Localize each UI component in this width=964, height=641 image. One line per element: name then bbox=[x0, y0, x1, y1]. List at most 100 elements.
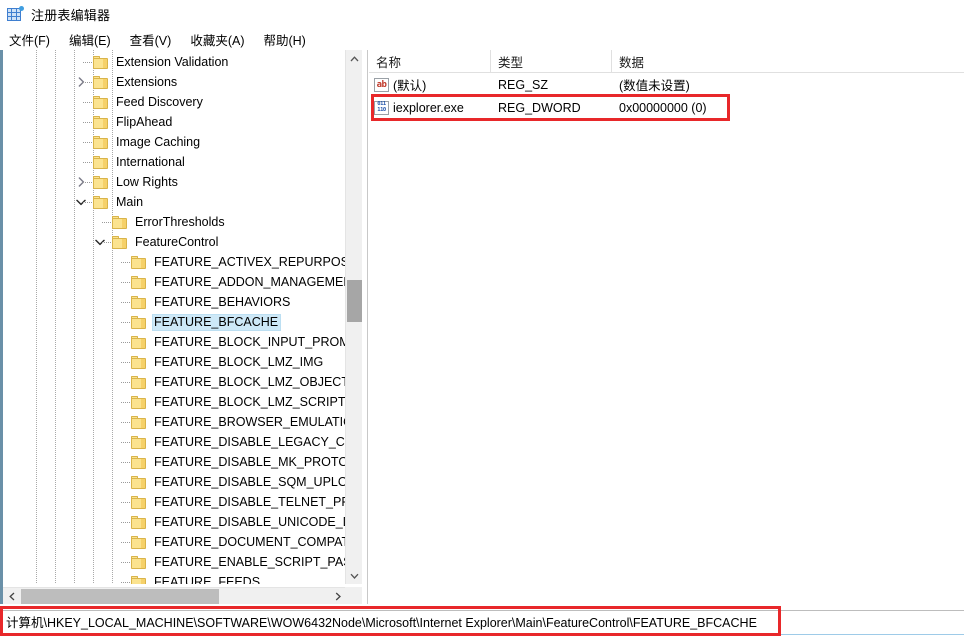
tree-connector-line bbox=[121, 262, 130, 263]
tree-item-feature-block-lmz-object[interactable]: FEATURE_BLOCK_LMZ_OBJECT bbox=[3, 372, 346, 392]
tree-item-image-caching[interactable]: Image Caching bbox=[3, 132, 203, 152]
tree-item-main[interactable]: Main bbox=[3, 192, 146, 212]
registry-tree[interactable]: Extension Validation Extensions Feed Disco… bbox=[3, 50, 346, 584]
tree-connector-line bbox=[121, 482, 130, 483]
tree-item-label: FEATURE_BLOCK_LMZ_OBJECT bbox=[152, 374, 346, 391]
tree-item-label: FEATURE_BFCACHE bbox=[152, 314, 281, 331]
tree-item-extension-validation[interactable]: Extension Validation bbox=[3, 52, 231, 72]
folder-icon bbox=[131, 296, 146, 309]
tree-connector-line bbox=[83, 102, 92, 103]
tree-item-feature-block-input-prompts[interactable]: FEATURE_BLOCK_INPUT_PROMPTS bbox=[3, 332, 346, 352]
tree-item-label: FEATURE_DISABLE_MK_PROTOCOL bbox=[152, 454, 346, 471]
menu-edit[interactable]: 编辑(E) bbox=[69, 28, 120, 51]
tree-item-feature-disable-mk-protocol[interactable]: FEATURE_DISABLE_MK_PROTOCOL bbox=[3, 452, 346, 472]
tree-vertical-scrollbar[interactable] bbox=[345, 50, 362, 584]
value-row[interactable]: ab(默认)REG_SZ(数值未设置) bbox=[369, 73, 964, 96]
tree-item-feature-disable-telnet-protocol[interactable]: FEATURE_DISABLE_TELNET_PROTOCOL bbox=[3, 492, 346, 512]
folder-icon bbox=[93, 136, 108, 149]
folder-icon bbox=[131, 536, 146, 549]
tree-item-feature-feeds[interactable]: FEATURE_FEEDS bbox=[3, 572, 263, 584]
scroll-up-arrow[interactable] bbox=[346, 50, 363, 67]
tree-item-international[interactable]: International bbox=[3, 152, 188, 172]
tree-item-label: FEATURE_BLOCK_INPUT_PROMPTS bbox=[152, 334, 346, 351]
folder-icon bbox=[93, 56, 108, 69]
tree-item-label: FlipAhead bbox=[114, 114, 175, 131]
tree-horizontal-scrollbar[interactable] bbox=[3, 587, 346, 604]
tree-scrollbar-thumb[interactable] bbox=[347, 280, 362, 322]
tree-item-label: Feed Discovery bbox=[114, 94, 206, 111]
folder-icon bbox=[131, 376, 146, 389]
tree-item-feature-browser-emulation[interactable]: FEATURE_BROWSER_EMULATION bbox=[3, 412, 346, 432]
tree-item-label: FEATURE_DOCUMENT_COMPATIBLE_MODE bbox=[152, 534, 346, 551]
tree-item-low-rights[interactable]: Low Rights bbox=[3, 172, 181, 192]
folder-icon bbox=[93, 156, 108, 169]
status-bar-underline bbox=[0, 634, 964, 635]
tree-connector-line bbox=[121, 362, 130, 363]
menu-help[interactable]: 帮助(H) bbox=[263, 28, 314, 51]
tree-item-feature-disable-unicode-domains[interactable]: FEATURE_DISABLE_UNICODE_DOMAINS bbox=[3, 512, 346, 532]
column-header-type[interactable]: 类型 bbox=[491, 50, 612, 73]
tree-item-extensions[interactable]: Extensions bbox=[3, 72, 180, 92]
tree-item-feature-bfcache[interactable]: FEATURE_BFCACHE bbox=[3, 312, 281, 332]
value-name: (默认) bbox=[393, 75, 426, 94]
value-type: REG_SZ bbox=[498, 73, 548, 96]
tree-connector-line bbox=[83, 62, 92, 63]
menu-file[interactable]: 文件(F) bbox=[9, 28, 59, 51]
scroll-right-arrow[interactable] bbox=[329, 588, 346, 604]
folder-icon bbox=[131, 256, 146, 269]
tree-item-feed-discovery[interactable]: Feed Discovery bbox=[3, 92, 206, 112]
menu-favorites[interactable]: 收藏夹(A) bbox=[190, 28, 253, 51]
tree-item-feature-document-compatible-mode[interactable]: FEATURE_DOCUMENT_COMPATIBLE_MODE bbox=[3, 532, 346, 552]
window-bottom-edge bbox=[0, 636, 964, 641]
main-panes: Extension Validation Extensions Feed Disco… bbox=[0, 50, 964, 604]
tree-item-label: FEATURE_ACTIVEX_REPURPOSEDETECTION bbox=[152, 254, 346, 271]
tree-item-errorthresholds[interactable]: ErrorThresholds bbox=[3, 212, 228, 232]
tree-connector-line bbox=[121, 422, 130, 423]
tree-connector-line bbox=[121, 442, 130, 443]
value-name-cell: 011110iexplorer.exe bbox=[374, 96, 464, 119]
tree-connector-line bbox=[121, 322, 130, 323]
registry-values-pane: 名称 类型 数据 ab(默认)REG_SZ(数值未设置)011110iexplo… bbox=[369, 50, 964, 604]
registry-values-list[interactable]: ab(默认)REG_SZ(数值未设置)011110iexplorer.exeRE… bbox=[369, 73, 964, 119]
menu-view[interactable]: 查看(V) bbox=[130, 28, 181, 51]
tree-connector-line bbox=[121, 302, 130, 303]
folder-icon bbox=[93, 176, 108, 189]
tree-connector-line bbox=[121, 382, 130, 383]
value-row[interactable]: 011110iexplorer.exeREG_DWORD0x00000000 (… bbox=[369, 96, 964, 119]
tree-connector-line bbox=[102, 242, 111, 243]
column-header-name[interactable]: 名称 bbox=[369, 50, 491, 73]
tree-item-label: FEATURE_DISABLE_SQM_UPLOAD_FOR_APP bbox=[152, 474, 346, 491]
tree-item-label: FEATURE_BEHAVIORS bbox=[152, 294, 293, 311]
tree-item-feature-disable-legacy-compression[interactable]: FEATURE_DISABLE_LEGACY_COMPRESSION bbox=[3, 432, 346, 452]
tree-item-feature-block-lmz-img[interactable]: FEATURE_BLOCK_LMZ_IMG bbox=[3, 352, 326, 372]
folder-icon bbox=[131, 276, 146, 289]
folder-icon bbox=[131, 496, 146, 509]
tree-connector-line bbox=[121, 342, 130, 343]
scroll-down-arrow[interactable] bbox=[346, 567, 363, 584]
tree-item-feature-behaviors[interactable]: FEATURE_BEHAVIORS bbox=[3, 292, 293, 312]
tree-item-feature-block-lmz-script[interactable]: FEATURE_BLOCK_LMZ_SCRIPT bbox=[3, 392, 346, 412]
folder-icon bbox=[131, 516, 146, 529]
folder-icon bbox=[131, 336, 146, 349]
folder-icon bbox=[131, 456, 146, 469]
folder-icon bbox=[131, 576, 146, 585]
value-name-cell: ab(默认) bbox=[374, 73, 426, 96]
tree-hscrollbar-thumb[interactable] bbox=[21, 589, 219, 604]
column-header-data[interactable]: 数据 bbox=[612, 50, 964, 73]
tree-connector-line bbox=[83, 82, 92, 83]
tree-connector-line bbox=[83, 202, 92, 203]
value-name: iexplorer.exe bbox=[393, 101, 464, 115]
tree-item-feature-addon-management[interactable]: FEATURE_ADDON_MANAGEMENT bbox=[3, 272, 346, 292]
tree-item-label: ErrorThresholds bbox=[133, 214, 228, 231]
folder-icon bbox=[131, 556, 146, 569]
tree-connector-line bbox=[121, 502, 130, 503]
tree-item-label: Extensions bbox=[114, 74, 180, 91]
tree-item-featurecontrol[interactable]: FeatureControl bbox=[3, 232, 221, 252]
title-bar: 注册表编辑器 bbox=[0, 0, 964, 28]
scroll-left-arrow[interactable] bbox=[3, 588, 20, 604]
tree-item-feature-activex-repurposedetection[interactable]: FEATURE_ACTIVEX_REPURPOSEDETECTION bbox=[3, 252, 346, 272]
tree-item-label: FEATURE_BLOCK_LMZ_SCRIPT bbox=[152, 394, 346, 411]
tree-item-feature-disable-sqm-upload-for-app[interactable]: FEATURE_DISABLE_SQM_UPLOAD_FOR_APP bbox=[3, 472, 346, 492]
tree-item-feature-enable-script-paste-urlaction-if-prompt[interactable]: FEATURE_ENABLE_SCRIPT_PASTE_URLACTION_IF… bbox=[3, 552, 346, 572]
tree-item-flipahead[interactable]: FlipAhead bbox=[3, 112, 175, 132]
